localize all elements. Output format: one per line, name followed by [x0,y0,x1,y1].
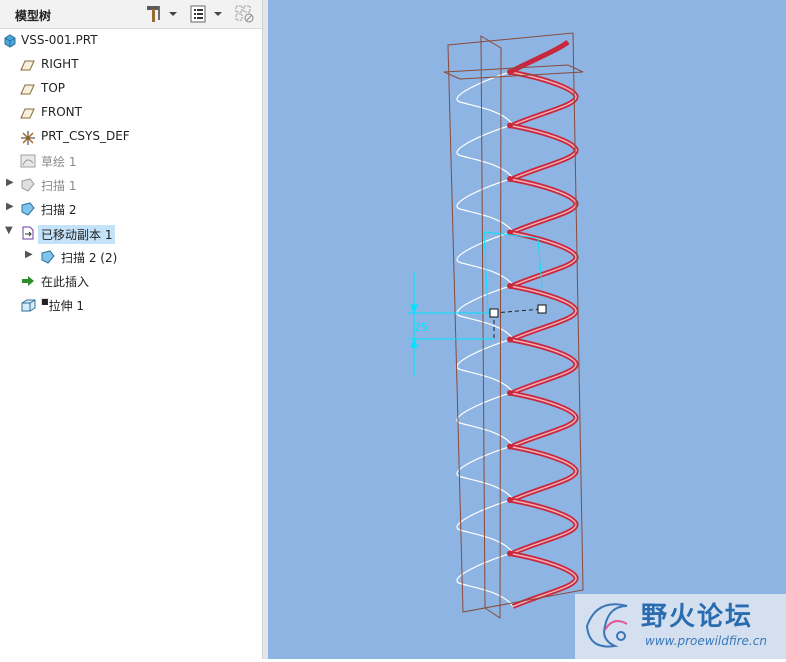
sweep-icon [20,201,36,217]
tree-item-csys[interactable]: PRT_CSYS_DEF [0,126,262,148]
helix-vertex [507,443,513,450]
moved-copy-icon [20,225,36,241]
helix-vertex [507,497,513,503]
tree-item-top[interactable]: TOP [0,78,262,100]
helix-vertex [507,390,513,396]
model-scene: 25 [408,32,584,619]
hammer-icon [147,6,177,22]
helix-coil-ghost [456,392,514,447]
dimension-value: 25 [414,321,428,334]
helix-coil-ghost [456,338,514,393]
tree-item-sweep-1[interactable]: ▶ 扫描 1 [0,174,262,196]
helix-vertex [507,550,513,557]
tree-item-sketch-1[interactable]: 草绘 1 [0,150,262,172]
expand-arrow-icon[interactable]: ▶ [6,177,18,191]
helix-coil-highlight [509,338,577,394]
pin-marker: ■ [41,297,49,306]
extrude-icon [20,297,36,313]
drag-handle[interactable] [537,304,547,314]
datum-plane-icon [20,81,36,97]
sketch-icon [20,153,36,169]
insert-arrow-icon [20,273,36,289]
filter-button[interactable] [234,4,256,24]
helix-vertex [507,283,513,289]
forum-watermark: 野火论坛 www.proewildfire.cn [575,594,786,659]
datum-plane-frame [443,32,584,619]
tree-item-label: FRONT [41,105,82,119]
sweep-icon [40,249,56,265]
tree-item-label: 扫描 2 [41,203,77,217]
tree-item-label: 草绘 1 [41,155,77,169]
helix-coil-ghost [456,71,514,126]
part-icon [2,33,18,49]
tree-item-label: 扫描 2 (2) [61,251,118,265]
helix-coil-highlight [509,499,577,554]
graphics-viewport[interactable]: 25 野火论坛 www.proewildfire.cn [268,0,786,659]
tree-item-insert-here[interactable]: 在此插入 [0,270,262,292]
helix-coil-highlight [509,552,577,608]
tree-item-label: TOP [41,81,66,95]
tree-item-label: 扫描 1 [41,179,77,193]
settings-dropdown-button[interactable] [143,4,183,24]
tree-item-right[interactable]: RIGHT [0,54,262,76]
csys-icon [19,129,35,145]
helix-coil-highlight [509,124,577,180]
helix-vertex [507,336,513,343]
helix-coil-highlight [509,392,577,447]
tree-item-front[interactable]: FRONT [0,102,262,124]
helix-coil-highlight [509,231,577,287]
forum-logo-icon [585,603,628,648]
model-tree-header: 模型树 [0,0,262,29]
sweep-icon [20,177,36,193]
tree-item-label: 在此插入 [41,275,90,289]
tree-item-label: 已移动副本 1 [38,225,116,244]
tree-item-label: ■拉伸 1 [41,297,84,314]
helix-coil-ghost [456,178,514,233]
tree-item-label: VSS-001.PRT [21,33,98,47]
helix-coil-ghost [456,445,514,500]
helix-coil-highlight [509,178,577,233]
filter-icon [235,5,254,23]
tree-item-sweep-2-copy[interactable]: ▶ 扫描 2 (2) [0,246,262,268]
tree-item-label: PRT_CSYS_DEF [41,129,130,143]
datum-plane-icon [20,57,36,73]
dimension-annotation [408,231,543,376]
model-tree-panel: 模型树 VSS-001.PRT RIGHT TOP FRONT PRT_CSYS… [0,0,262,659]
helix-coil-highlight [509,445,577,501]
helix-sweep-selected [507,39,579,609]
tree-item-part[interactable]: VSS-001.PRT [0,30,262,52]
list-icon [190,5,222,23]
expand-arrow-icon[interactable]: ▶ [25,249,37,263]
tree-item-text: 拉伸 1 [48,299,85,313]
tree-item-extrude-1[interactable]: ■拉伸 1 [0,294,262,316]
watermark-url: www.proewildfire.cn [645,634,767,648]
watermark-title: 野火论坛 [641,602,754,632]
drag-handle[interactable] [489,308,499,318]
helix-vertex [507,176,513,182]
tree-item-moved-copy-1[interactable]: ▼ 已移动副本 1 [0,222,262,244]
model-tree-title: 模型树 [15,9,52,23]
helix-coil-ghost [456,124,514,179]
tree-item-label: RIGHT [41,57,79,71]
show-dropdown-button[interactable] [188,4,228,24]
expand-arrow-icon[interactable]: ▶ [6,201,18,215]
datum-plane-icon [20,105,36,121]
tree-item-sweep-2[interactable]: ▶ 扫描 2 [0,198,262,220]
collapse-arrow-icon[interactable]: ▼ [5,225,17,239]
helix-vertex [507,122,513,129]
helix-coil-highlight [509,71,577,126]
